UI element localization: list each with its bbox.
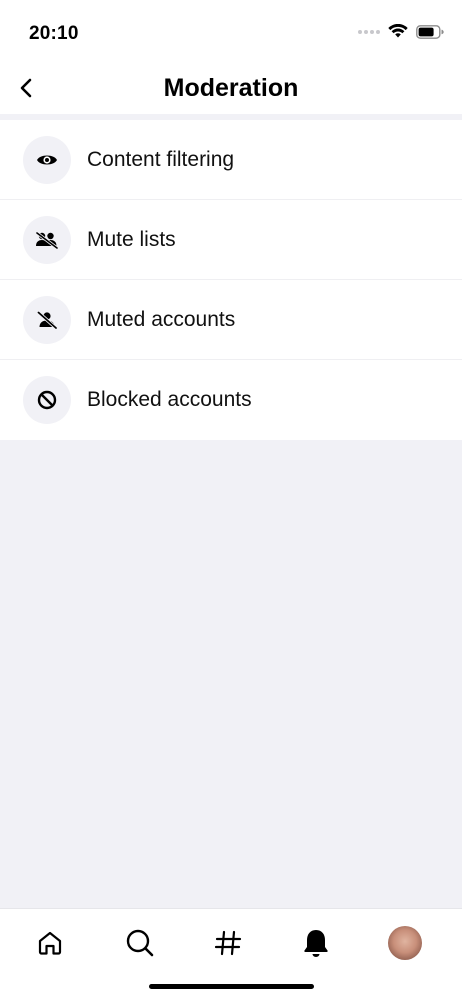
wifi-icon [388, 24, 408, 38]
eye-icon [23, 135, 71, 184]
content-filtering-item[interactable]: Content filtering [0, 120, 462, 200]
user-slash-icon [23, 295, 71, 344]
blocked-accounts-item[interactable]: Blocked accounts [0, 360, 462, 440]
menu-item-label: Muted accounts [87, 307, 236, 331]
status-time: 20:10 [29, 23, 79, 44]
tab-feeds[interactable] [208, 923, 248, 963]
status-bar: 20:10 [0, 0, 462, 62]
moderation-menu: Content filtering Mute lists Muted accou… [0, 120, 462, 440]
menu-item-label: Blocked accounts [87, 388, 252, 411]
menu-item-label: Content filtering [87, 147, 235, 171]
page-title: Moderation [163, 74, 299, 102]
status-indicators [358, 24, 444, 39]
navigation-header: Moderation [0, 62, 462, 114]
battery-icon [416, 24, 444, 39]
menu-item-label: Mute lists [87, 227, 176, 251]
mute-lists-item[interactable]: Mute lists [0, 200, 462, 280]
cellular-signal-icon [358, 29, 380, 34]
users-slash-icon [23, 215, 71, 264]
tab-home[interactable] [30, 923, 70, 963]
bell-icon [304, 930, 328, 957]
tab-notifications[interactable] [296, 923, 336, 963]
muted-accounts-item[interactable]: Muted accounts [0, 280, 462, 360]
home-icon [38, 931, 62, 955]
tab-profile[interactable] [385, 923, 425, 963]
home-indicator [149, 984, 314, 989]
hashtag-icon [214, 930, 242, 956]
search-icon [126, 929, 154, 957]
ban-icon [23, 376, 71, 424]
avatar [388, 926, 422, 960]
tab-search[interactable] [120, 923, 160, 963]
